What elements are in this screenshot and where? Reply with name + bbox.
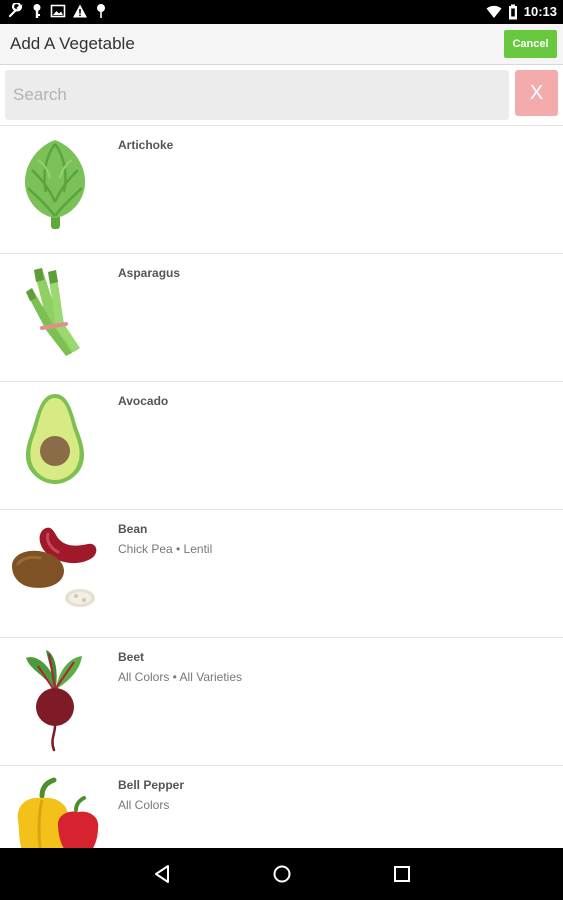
back-icon[interactable] xyxy=(150,862,174,886)
list-item[interactable]: Bean Chick Pea • Lentil xyxy=(0,510,563,638)
clear-search-button[interactable]: X xyxy=(515,70,558,116)
list-item[interactable]: Beet All Colors • All Varieties xyxy=(0,638,563,766)
cancel-button[interactable]: Cancel xyxy=(504,30,557,58)
image-icon xyxy=(50,4,66,18)
navigation-bar xyxy=(0,848,563,900)
list-item-name: Avocado xyxy=(118,394,169,408)
key-icon xyxy=(33,4,41,18)
list-item-name: Artichoke xyxy=(118,138,174,152)
list-item-subtitle: Chick Pea • Lentil xyxy=(118,542,213,556)
list-item-name: Asparagus xyxy=(118,266,181,280)
list-item[interactable]: Artichoke xyxy=(0,126,563,254)
list-item-subtitle: All Colors • All Varieties xyxy=(118,670,243,684)
list-item-name: Bean xyxy=(118,522,148,536)
avocado-icon xyxy=(25,394,85,484)
search-bar: X xyxy=(0,65,563,126)
beet-icon xyxy=(26,650,82,752)
recents-icon[interactable] xyxy=(390,862,414,886)
list-item[interactable]: Avocado xyxy=(0,382,563,510)
home-icon[interactable] xyxy=(270,862,294,886)
status-bar: 10:13 xyxy=(0,0,563,24)
status-icons-right: 10:13 xyxy=(486,3,557,21)
bell-pepper-icon xyxy=(17,777,99,848)
page-title: Add A Vegetable xyxy=(10,34,135,53)
artichoke-icon xyxy=(24,140,86,229)
bean-icon xyxy=(12,527,97,607)
list-item[interactable]: Asparagus xyxy=(0,254,563,382)
app-header: Add A Vegetable Cancel xyxy=(0,24,563,65)
wrench-icon xyxy=(8,3,23,18)
list-item[interactable]: Bell Pepper All Colors xyxy=(0,766,563,848)
vegetable-list: Artichoke Asparagus Avocado Bean Chick P… xyxy=(0,126,563,848)
list-item-name: Beet xyxy=(118,650,145,664)
status-time: 10:13 xyxy=(523,4,557,19)
pin-icon xyxy=(97,4,105,18)
list-item-name: Bell Pepper xyxy=(118,778,185,792)
warning-icon xyxy=(73,4,87,18)
search-input[interactable] xyxy=(5,70,509,120)
wifi-icon xyxy=(486,5,502,19)
battery-icon xyxy=(508,4,517,20)
status-icons-left xyxy=(8,3,108,19)
asparagus-icon xyxy=(26,268,80,356)
list-item-subtitle: All Colors xyxy=(118,798,170,812)
